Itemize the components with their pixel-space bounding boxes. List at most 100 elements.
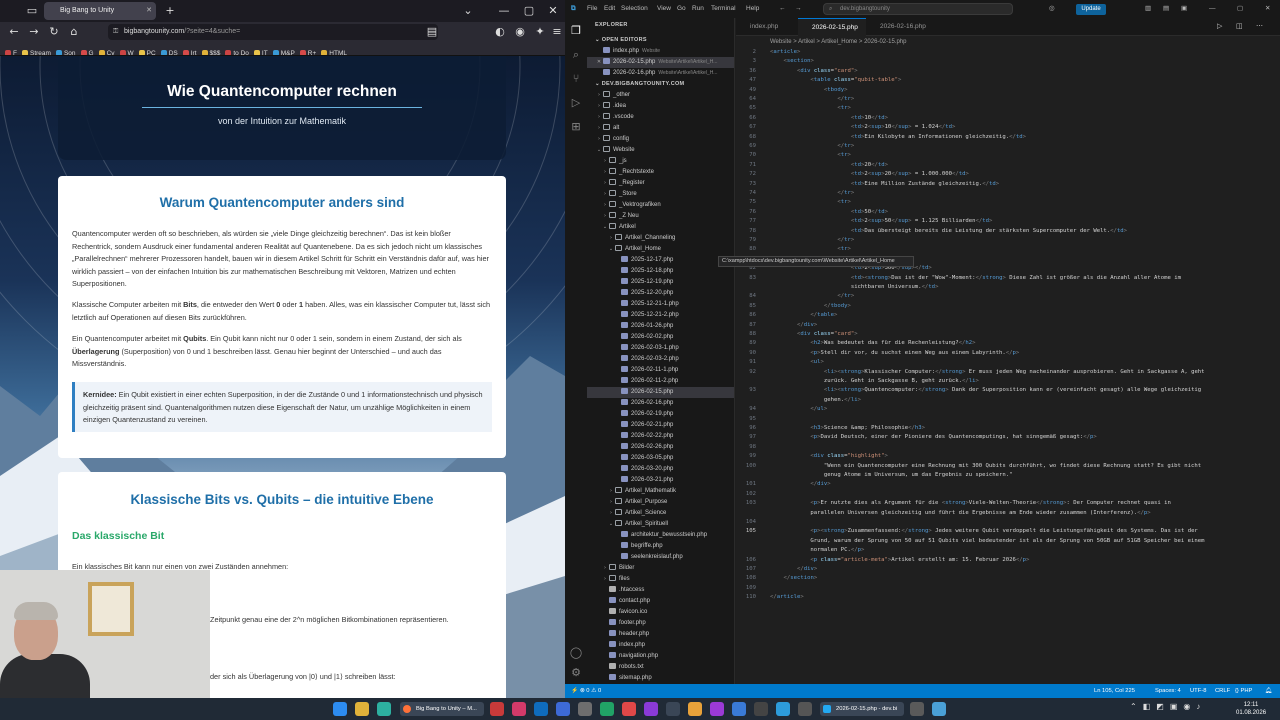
file-item[interactable]: 2025-12-18.php — [587, 266, 734, 277]
settings-gear-icon[interactable]: ⚙ — [569, 666, 583, 680]
status-eol[interactable]: CRLF — [1215, 684, 1230, 698]
copilot-icon[interactable]: ◎ — [1049, 0, 1055, 18]
back-icon[interactable]: ← — [779, 0, 786, 18]
folder-item[interactable]: › _Store — [587, 189, 734, 200]
code-line[interactable]: 96 <h3>Science &amp; Philosophie</h3> — [736, 424, 1280, 433]
breadcrumb[interactable]: Website > Artikel > Artikel_Home > 2026-… — [736, 36, 1280, 48]
status-indent[interactable]: Spaces: 4 — [1155, 684, 1181, 698]
code-line[interactable]: 91 <ul> — [736, 358, 1280, 367]
folder-item[interactable]: › alt — [587, 123, 734, 134]
taskbar-app-icon[interactable] — [644, 702, 658, 716]
status-language[interactable]: {} PHP — [1235, 684, 1252, 698]
maximize-icon[interactable]: ▢ — [1237, 0, 1243, 18]
code-line[interactable]: 83 <td><strong>Das ist der "Wow"-Moment:… — [736, 274, 1280, 283]
bookmark-item[interactable]: Cy — [98, 47, 115, 55]
search-icon[interactable]: ⌕ — [569, 48, 583, 62]
code-line[interactable]: 71 <td>20</td> — [736, 161, 1280, 170]
split-editor-icon[interactable]: ◫ — [1236, 22, 1243, 30]
run-debug-icon[interactable]: ▷ — [569, 96, 583, 110]
code-line[interactable]: 95 — [736, 415, 1280, 424]
status-problems[interactable]: ⚡ ⊗ 0 ⚠ 0 — [571, 684, 601, 698]
code-line[interactable]: 77 <td>2<sup>50</sup> = 1.125 Billiarden… — [736, 217, 1280, 226]
file-item[interactable]: 2025-12-17.php — [587, 255, 734, 266]
reader-icon[interactable]: ▤ — [420, 23, 444, 41]
start-icon[interactable] — [333, 702, 347, 716]
bookmark-item[interactable]: IT — [253, 47, 268, 55]
code-line[interactable]: 104 — [736, 518, 1280, 527]
file-item[interactable]: 2026-02-11-1.php — [587, 365, 734, 376]
code-line[interactable]: 89 <h2>Was bedeutet das für die Rechenle… — [736, 339, 1280, 348]
taskbar-vscode[interactable]: 2026-02-15.php - dev.bi — [820, 702, 904, 716]
file-item[interactable]: seelenkreislauf.php — [587, 552, 734, 563]
bookmark-item[interactable]: F — [5, 47, 17, 55]
bookmark-item[interactable]: DS — [160, 47, 178, 55]
source-control-icon[interactable]: ⑂ — [569, 72, 583, 86]
folder-item[interactable]: ⌄ Artikel_Home — [587, 244, 734, 255]
code-line[interactable]: 97 <p>David Deutsch, einer der Pioniere … — [736, 433, 1280, 442]
folder-item[interactable]: › _Vektrografiken — [587, 200, 734, 211]
folder-item[interactable]: › .idea — [587, 101, 734, 112]
bookmark-item[interactable]: R+ — [299, 47, 316, 55]
taskbar-app-icon[interactable] — [666, 702, 680, 716]
file-item[interactable]: 2025-12-20.php — [587, 288, 734, 299]
code-line[interactable]: 70 <tr> — [736, 151, 1280, 160]
code-line[interactable]: 94 </ul> — [736, 405, 1280, 414]
taskbar-app-icon[interactable] — [377, 702, 391, 716]
taskbar-app-icon[interactable] — [688, 702, 702, 716]
code-line[interactable]: zurück. Geht in Sackgasse B, geht zurück… — [736, 377, 1280, 386]
close-window-icon[interactable]: ✕ — [541, 2, 565, 20]
code-line[interactable]: 80 <tr> — [736, 245, 1280, 254]
code-line[interactable]: 86 </table> — [736, 311, 1280, 320]
explorer-icon[interactable]: ❐ — [569, 24, 583, 38]
code-line[interactable]: 47 <table class="qubit-table"> — [736, 76, 1280, 85]
bookmark-item[interactable]: W — [119, 47, 134, 55]
code-line[interactable]: gehen.</li> — [736, 396, 1280, 405]
code-line[interactable]: 99 <div class="highlight"> — [736, 452, 1280, 461]
minimize-icon[interactable]: — — [1209, 0, 1216, 18]
chevron-down-icon[interactable]: ⌄ — [456, 2, 480, 20]
bookmark-item[interactable]: M&P — [272, 47, 295, 55]
close-window-icon[interactable]: ✕ — [1265, 0, 1270, 18]
code-line[interactable]: 66 <td>10</td> — [736, 114, 1280, 123]
folder-item[interactable]: › .vscode — [587, 112, 734, 123]
file-item[interactable]: footer.php — [587, 618, 734, 629]
more-actions-icon[interactable]: ⋯ — [1256, 22, 1263, 30]
bookmark-item[interactable]: Irt — [182, 47, 197, 55]
taskbar-app-icon[interactable] — [732, 702, 746, 716]
file-item[interactable]: index.php — [587, 640, 734, 651]
taskbar-app-icon[interactable] — [776, 702, 790, 716]
open-editor-item[interactable]: index.php Website — [587, 46, 734, 57]
menu-go[interactable]: Go — [677, 0, 686, 18]
menu-selection[interactable]: Selection — [621, 0, 648, 18]
file-item[interactable]: 2026-02-15.php — [587, 387, 734, 398]
file-item[interactable]: 2026-02-02.php — [587, 332, 734, 343]
code-line[interactable]: 105 <p><strong>Zusammenfassend:</strong>… — [736, 527, 1280, 536]
minimize-icon[interactable]: — — [492, 2, 516, 20]
open-editor-item[interactable]: ✕ 2026-02-15.php Website\Artikel\Artikel_H… — [587, 57, 734, 68]
code-line[interactable]: 73 <td>Eine Million Zustände gleichzeiti… — [736, 180, 1280, 189]
status-cursor-position[interactable]: Ln 105, Col 225 — [1094, 684, 1135, 698]
file-item[interactable]: 2026-01-26.php — [587, 321, 734, 332]
layout-icon[interactable]: ▤ — [1163, 0, 1169, 18]
code-line[interactable]: 92 <li><strong>Klassischer Computer:</st… — [736, 368, 1280, 377]
file-item[interactable]: robots.txt — [587, 662, 734, 673]
code-line[interactable]: 75 <tr> — [736, 198, 1280, 207]
home-icon[interactable]: ⌂ — [62, 23, 86, 41]
bookmark-item[interactable]: G — [80, 47, 94, 55]
file-item[interactable]: contact.php — [587, 596, 734, 607]
file-item[interactable]: 2026-02-26.php — [587, 442, 734, 453]
folder-item[interactable]: › Artikel_Science — [587, 508, 734, 519]
folder-item[interactable]: › files — [587, 574, 734, 585]
code-line[interactable]: 72 <td>2<sup>20</sup> = 1.000.000</td> — [736, 170, 1280, 179]
folder-item[interactable]: › Artikel_Mathematik — [587, 486, 734, 497]
clock[interactable]: 12:11 01.08.2026 — [1236, 701, 1266, 717]
file-item[interactable]: 2026-02-19.php — [587, 409, 734, 420]
folder-item[interactable]: › config — [587, 134, 734, 145]
menu-terminal[interactable]: Terminal — [711, 0, 736, 18]
file-item[interactable]: favicon.ico — [587, 607, 734, 618]
forward-icon[interactable]: → — [795, 0, 802, 18]
file-item[interactable]: begriffe.php — [587, 541, 734, 552]
code-line[interactable]: normalen PC.</p> — [736, 546, 1280, 555]
file-item[interactable]: 2026-02-22.php — [587, 431, 734, 442]
code-line[interactable]: parallelen Universen gleichzeitig und fü… — [736, 509, 1280, 518]
